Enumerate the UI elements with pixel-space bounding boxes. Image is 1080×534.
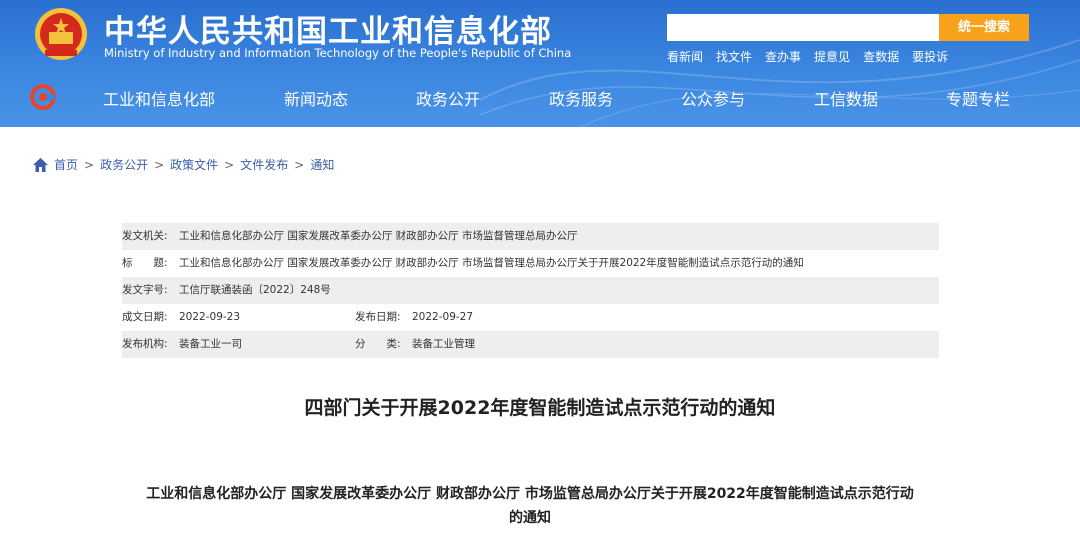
document-title: 四部门关于开展2022年度智能制造试点示范行动的通知 xyxy=(304,397,776,419)
breadcrumb-file-release[interactable]: 文件发布 xyxy=(240,156,288,173)
document-subtitle-line2: 的通知 xyxy=(509,510,551,526)
breadcrumb-separator: > xyxy=(154,157,165,172)
document-subtitle: 工业和信息化部办公厅 国家发展改革委办公厅 财政部办公厅 市场监管总局办公厅关于… xyxy=(130,482,930,530)
breadcrumb-gov-affairs[interactable]: 政务公开 xyxy=(100,156,148,173)
meta-value-issuer: 工业和信息化部办公厅 国家发展改革委办公厅 财政部办公厅 市场监督管理总局办公厅 xyxy=(179,230,578,242)
breadcrumb-notice[interactable]: 通知 xyxy=(310,156,334,173)
meta-value-title: 工业和信息化部办公厅 国家发展改革委办公厅 财政部办公厅 市场监督管理总局办公厅… xyxy=(179,257,804,269)
miit-logo-icon[interactable] xyxy=(30,84,56,110)
site-header: 中华人民共和国工业和信息化部 Ministry of Industry and … xyxy=(0,0,1080,127)
search-button[interactable]: 统一搜索 xyxy=(939,14,1029,41)
nav-item-ministry[interactable]: 工业和信息化部 xyxy=(103,86,215,110)
nav-item-news[interactable]: 新闻动态 xyxy=(284,86,348,110)
meta-row-dates: 成文日期: 2022-09-23 发布日期: 2022-09-27 xyxy=(122,304,939,331)
meta-value-category: 装备工业管理 xyxy=(412,338,475,350)
nav-item-gov-affairs[interactable]: 政务公开 xyxy=(416,86,480,110)
meta-row-title: 标 题: 工业和信息化部办公厅 国家发展改革委办公厅 财政部办公厅 市场监督管理… xyxy=(122,250,939,277)
meta-label-category: 分 类: xyxy=(355,338,401,350)
meta-label-issuer: 发文机关: xyxy=(122,230,168,242)
document-subtitle-line1: 工业和信息化部办公厅 国家发展改革委办公厅 财政部办公厅 市场监管总局办公厅关于… xyxy=(146,486,914,502)
meta-label-title: 标 题: xyxy=(122,257,168,269)
meta-value-published: 2022-09-27 xyxy=(412,311,474,323)
search-input[interactable] xyxy=(667,14,939,41)
quick-link-data[interactable]: 查数据 xyxy=(863,48,899,65)
quick-link-complaint[interactable]: 要投诉 xyxy=(912,48,948,65)
breadcrumb-separator: > xyxy=(84,157,95,172)
meta-label-docno: 发文字号: xyxy=(122,284,168,296)
breadcrumb: 首页 > 政务公开 > 政策文件 > 文件发布 > 通知 xyxy=(33,156,334,173)
nav-item-public[interactable]: 公众参与 xyxy=(681,86,745,110)
meta-label-published: 发布日期: xyxy=(355,311,401,323)
breadcrumb-policy-docs[interactable]: 政策文件 xyxy=(170,156,218,173)
site-title-en: Ministry of Industry and Information Tec… xyxy=(104,46,572,60)
quick-links: 看新闻 找文件 查办事 提意见 查数据 要投诉 xyxy=(667,48,961,65)
document-meta-table: 发文机关: 工业和信息化部办公厅 国家发展改革委办公厅 财政部办公厅 市场监督管… xyxy=(122,223,939,358)
meta-row-org: 发布机构: 装备工业一司 分 类: 装备工业管理 xyxy=(122,331,939,358)
meta-value-docno: 工信厅联通装函〔2022〕248号 xyxy=(179,284,331,296)
quick-link-services[interactable]: 查办事 xyxy=(765,48,801,65)
meta-label-org: 发布机构: xyxy=(122,338,168,350)
meta-value-org: 装备工业一司 xyxy=(179,338,242,350)
breadcrumb-separator: > xyxy=(294,157,305,172)
main-nav: 工业和信息化部 新闻动态 政务公开 政务服务 公众参与 工信数据 专题专栏 xyxy=(0,80,1080,115)
quick-link-news[interactable]: 看新闻 xyxy=(667,48,703,65)
meta-label-created: 成文日期: xyxy=(122,311,168,323)
nav-item-gov-services[interactable]: 政务服务 xyxy=(549,86,613,110)
national-emblem-icon xyxy=(35,8,87,60)
nav-item-topics[interactable]: 专题专栏 xyxy=(946,86,1010,110)
meta-row-docno: 发文字号: 工信厅联通装函〔2022〕248号 xyxy=(122,277,939,304)
breadcrumb-home[interactable]: 首页 xyxy=(54,156,78,173)
quick-link-files[interactable]: 找文件 xyxy=(716,48,752,65)
nav-item-data[interactable]: 工信数据 xyxy=(814,86,878,110)
home-icon[interactable] xyxy=(33,157,48,172)
breadcrumb-separator: > xyxy=(224,157,235,172)
meta-value-created: 2022-09-23 xyxy=(179,311,241,323)
quick-link-feedback[interactable]: 提意见 xyxy=(814,48,850,65)
meta-row-issuer: 发文机关: 工业和信息化部办公厅 国家发展改革委办公厅 财政部办公厅 市场监督管… xyxy=(122,223,939,250)
site-title-cn[interactable]: 中华人民共和国工业和信息化部 xyxy=(104,6,552,51)
